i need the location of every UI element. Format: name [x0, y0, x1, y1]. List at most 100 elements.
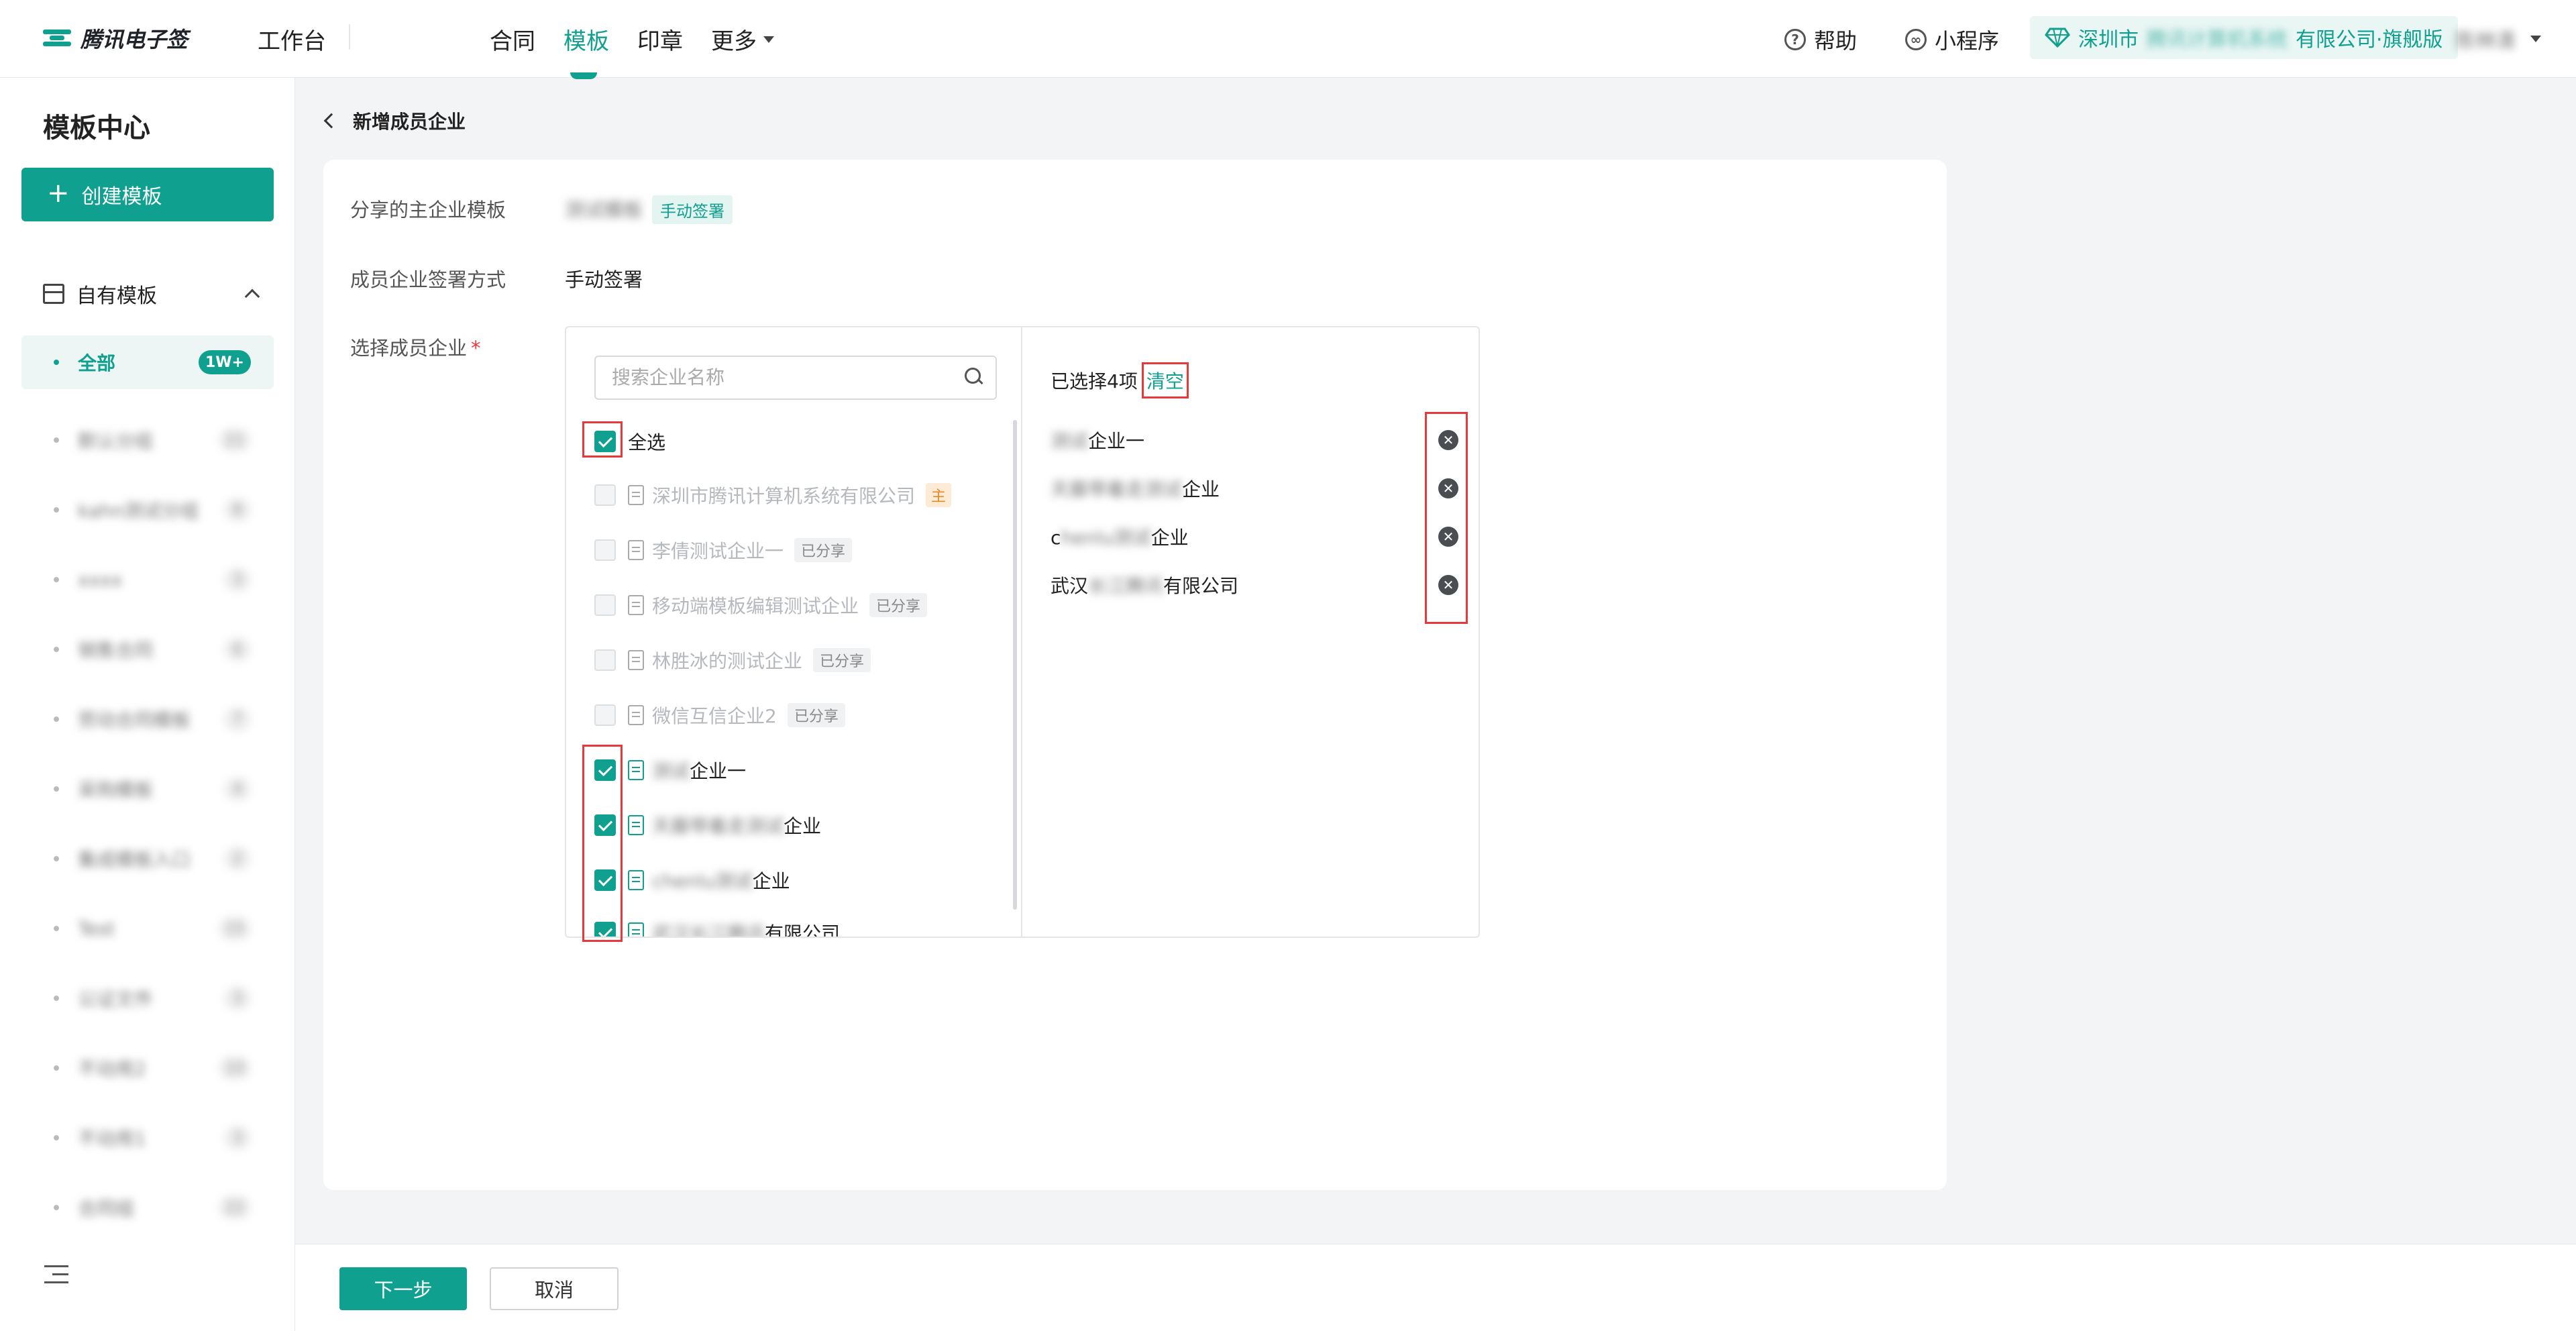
sidebar-item-all[interactable]: 全部 1W+ — [21, 335, 274, 389]
remove-icon[interactable]: ✕ — [1438, 478, 1458, 498]
cancel-button[interactable]: 取消 — [490, 1267, 619, 1310]
sidebar-item[interactable]: 不动用1 3 — [21, 1103, 274, 1173]
logo-text: 腾讯电子签 — [80, 27, 189, 52]
selected-count: 已选择4项 — [1051, 370, 1138, 392]
next-button[interactable]: 下一步 — [339, 1267, 467, 1310]
company-switcher[interactable]: 深圳市 腾讯计算机系统 有限公司·旗舰版 — [2030, 16, 2458, 59]
checkbox[interactable] — [594, 922, 616, 937]
sidebar: 模板中心 + 创建模板 自有模板 全部 1W+ 默认分组 21 kahn测试分组 8… — [0, 78, 295, 1331]
sign-method-label: 成员企业签署方式 — [350, 268, 506, 291]
chevron-left-icon — [323, 113, 339, 129]
own-templates-section[interactable]: 自有模板 — [43, 279, 260, 309]
main-nav: 合同 模板 印章 更多 — [490, 23, 774, 79]
search-input[interactable] — [596, 357, 945, 397]
back-link[interactable]: 新增成员企业 — [323, 107, 466, 134]
sidebar-item[interactable]: 采购模板 4 — [21, 754, 274, 824]
company-name-suffix: 企业 — [752, 870, 790, 892]
company-option[interactable]: 天藤带着走测试 企业 — [594, 812, 821, 839]
nav-template[interactable]: 模板 — [564, 23, 609, 79]
sidebar-item[interactable]: kahn测试分组 8 — [21, 475, 274, 545]
checkbox[interactable] — [594, 431, 616, 452]
company-option: 移动端模板编辑测试企业 已分享 — [594, 592, 928, 619]
company-option[interactable]: 测试 企业一 — [594, 757, 746, 784]
selected-item: 武汉长江腾讯有限公司 ✕ — [1051, 572, 1458, 598]
search-icon[interactable] — [965, 368, 983, 386]
logo[interactable]: 腾讯电子签 — [43, 23, 188, 54]
sidebar-item[interactable]: 不动用2 10 — [21, 1033, 274, 1103]
remove-icon[interactable]: ✕ — [1438, 430, 1458, 450]
company-option: 微信互信企业2 已分享 — [594, 702, 845, 729]
mini-program-icon: ∞ — [1905, 29, 1927, 50]
sidebar-item-label: Test — [78, 917, 115, 940]
checkbox[interactable] — [594, 869, 616, 891]
company-name: 深圳市腾讯计算机系统有限公司 — [652, 485, 916, 507]
sidebar-item-label: 劳动合同模板 — [78, 709, 191, 731]
select-all-option[interactable]: 全选 — [594, 428, 665, 455]
bullet-icon — [54, 926, 59, 931]
company-option[interactable]: 武汉长江腾讯 有限公司 — [594, 919, 840, 937]
nav-more[interactable]: 更多 — [711, 23, 774, 56]
bullet-icon — [54, 1205, 59, 1210]
member-selector: 全选 深圳市腾讯计算机系统有限公司 主 李倩测试企业一 已分享 移动端模板编辑测… — [565, 326, 1480, 938]
document-icon — [628, 540, 644, 560]
sidebar-item[interactable]: 销售合同 6 — [21, 615, 274, 684]
nav-contract[interactable]: 合同 — [490, 23, 535, 56]
checkbox[interactable] — [594, 759, 616, 781]
help-link[interactable]: ? 帮助 — [1784, 24, 1857, 55]
bullet-icon — [54, 716, 59, 722]
sidebar-item[interactable]: 劳动合同模板 7 — [21, 684, 274, 754]
company-option: 深圳市腾讯计算机系统有限公司 主 — [594, 482, 952, 509]
checkbox[interactable] — [594, 814, 616, 836]
select-member-label: 选择成员企业 * — [350, 333, 481, 361]
count-badge: 3 — [224, 1126, 251, 1150]
selected-name: 测试企业一 — [1051, 430, 1145, 452]
diamond-icon — [2045, 28, 2070, 48]
selected-name: 武汉长江腾讯有限公司 — [1051, 575, 1239, 597]
mini-program-link[interactable]: ∞ 小程序 — [1905, 24, 1999, 55]
main-badge: 主 — [926, 483, 952, 507]
company-name-masked: chenlu测试 — [652, 870, 753, 892]
page-title: 新增成员企业 — [353, 111, 466, 133]
remove-icon[interactable]: ✕ — [1438, 575, 1458, 595]
company-option: 林胜冰的测试企业 已分享 — [594, 647, 871, 674]
count-badge: 8 — [224, 498, 251, 522]
selected-name: 天藤带着走测试企业 — [1051, 478, 1220, 500]
template-icon — [43, 284, 64, 304]
sidebar-item[interactable]: 合同组 22 — [21, 1173, 274, 1242]
help-label: 帮助 — [1814, 28, 1858, 54]
nav-seal[interactable]: 印章 — [637, 23, 683, 56]
question-icon: ? — [1784, 29, 1806, 50]
selected-header: 已选择4项 清空 — [1051, 362, 1189, 398]
footer-bar: 下一步 取消 — [295, 1244, 2576, 1331]
collapse-sidebar-icon[interactable] — [44, 1263, 68, 1287]
selected-item: 天藤带着走测试企业 ✕ — [1051, 475, 1458, 502]
scrollbar[interactable] — [1013, 420, 1017, 910]
user-name: 陈林清 — [2455, 30, 2516, 53]
candidate-pane: 全选 深圳市腾讯计算机系统有限公司 主 李倩测试企业一 已分享 移动端模板编辑测… — [566, 327, 1022, 937]
sidebar-item[interactable]: xxxx 3 — [21, 545, 274, 615]
select-all-label: 全选 — [628, 431, 666, 454]
selected-item: 测试企业一 ✕ — [1051, 427, 1458, 454]
shared-template-label: 分享的主企业模板 — [350, 199, 506, 221]
sidebar-item-label: 采购模板 — [78, 779, 154, 801]
sidebar-item-label: 合同组 — [78, 1197, 135, 1220]
sidebar-item[interactable]: 默认分组 21 — [21, 405, 274, 475]
create-template-button[interactable]: + 创建模板 — [21, 168, 274, 221]
sidebar-item-label: 集成模板入口 — [78, 849, 191, 871]
bullet-icon — [54, 996, 59, 1001]
remove-icon[interactable]: ✕ — [1438, 527, 1458, 547]
bullet-icon — [54, 1135, 59, 1140]
company-option[interactable]: chenlu测试 企业 — [594, 867, 790, 894]
workbench-link[interactable]: 工作台 — [258, 23, 326, 56]
sidebar-item-label: 不动用2 — [78, 1058, 146, 1080]
mini-program-label: 小程序 — [1935, 28, 2000, 54]
sidebar-item[interactable]: Test 15 — [21, 894, 274, 963]
user-menu[interactable]: 陈林清 — [2455, 24, 2541, 54]
selected-pane: 已选择4项 清空 测试企业一 ✕ 天藤带着走测试企业 ✕ chenlu测试企业 … — [1022, 327, 1479, 937]
sidebar-item[interactable]: 集成模板入口 2 — [21, 824, 274, 894]
shared-badge: 已分享 — [869, 593, 928, 617]
document-icon — [628, 595, 644, 615]
document-icon — [628, 485, 644, 505]
sidebar-item[interactable]: 公证文件 3 — [21, 963, 274, 1033]
clear-button[interactable]: 清空 — [1141, 362, 1189, 398]
